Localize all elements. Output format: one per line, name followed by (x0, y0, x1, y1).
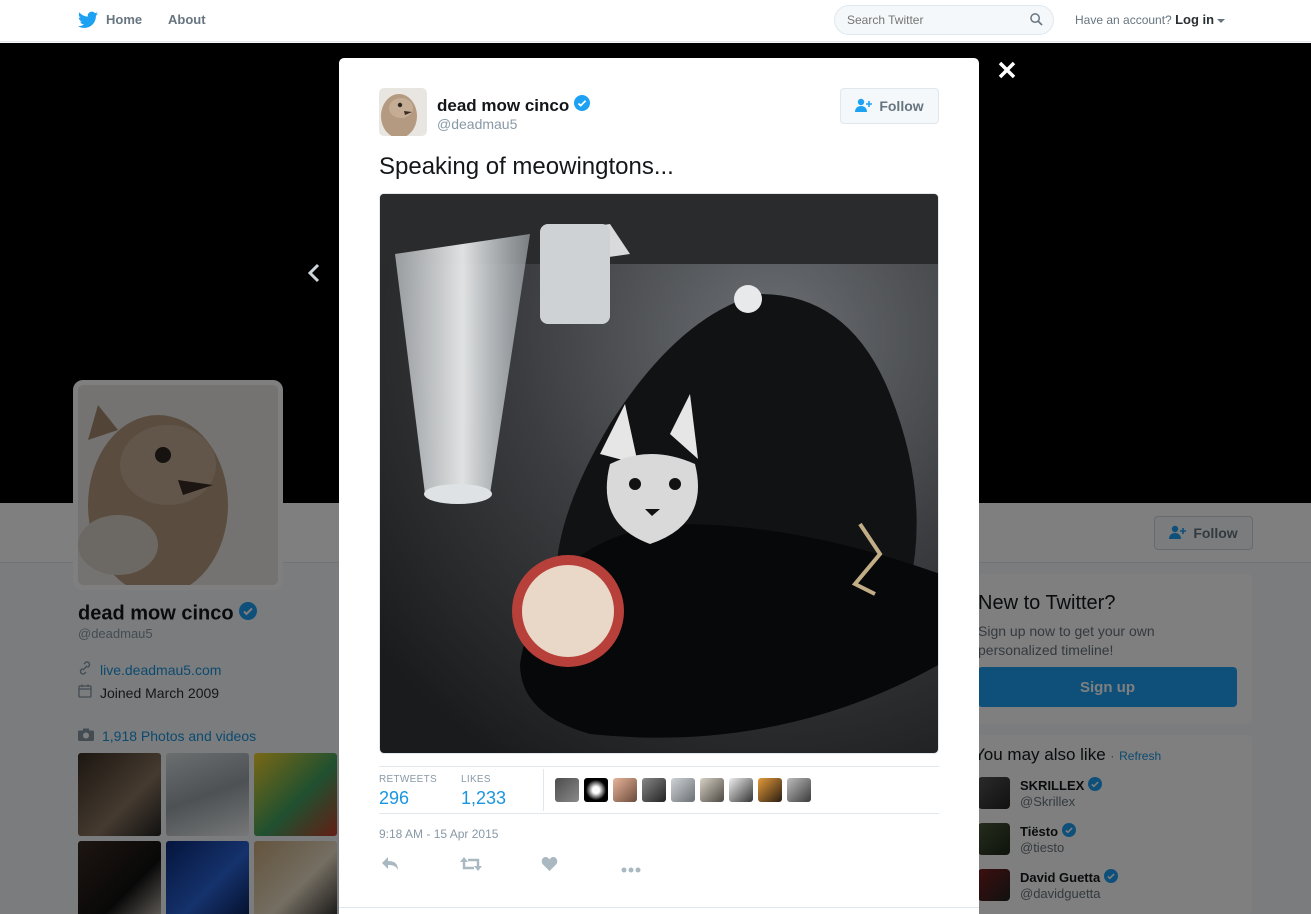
have-account-text: Have an account? (1075, 13, 1172, 27)
avatar[interactable] (642, 778, 666, 802)
follow-person-icon (855, 98, 873, 115)
modal-divider (339, 907, 979, 908)
tweet-timestamp[interactable]: 9:18 AM - 15 Apr 2015 (379, 827, 498, 841)
retweets-stat[interactable]: RETWEETS 296 (379, 774, 437, 809)
avatar[interactable] (758, 778, 782, 802)
avatar[interactable] (555, 778, 579, 802)
close-icon[interactable] (994, 57, 1020, 88)
tweet-stats: RETWEETS 296 LIKES 1,233 (379, 766, 939, 814)
search-input[interactable] (835, 6, 1015, 34)
retweets-label: RETWEETS (379, 774, 437, 785)
twitter-bird-icon[interactable] (78, 11, 98, 34)
caret-down-icon[interactable] (1217, 18, 1226, 23)
nav-about-link[interactable]: About (168, 12, 206, 27)
likes-label: LIKES (461, 774, 491, 785)
tweet-text: Speaking of meowingtons... (379, 153, 674, 180)
likes-count: 1,233 (461, 788, 507, 808)
avatar[interactable] (700, 778, 724, 802)
reply-icon[interactable] (381, 856, 399, 877)
retweet-icon[interactable] (460, 856, 482, 877)
more-icon[interactable] (621, 860, 641, 878)
tweet-follow-button[interactable]: Follow (840, 88, 939, 124)
retweets-count: 296 (379, 788, 410, 808)
tweet-author-name[interactable]: dead mow cinco (437, 95, 591, 116)
login-link[interactable]: Log in (1175, 12, 1214, 27)
avatar[interactable] (671, 778, 695, 802)
search-box (834, 5, 1054, 35)
avatar[interactable] (787, 778, 811, 802)
nav-home-link[interactable]: Home (106, 12, 142, 27)
verified-badge-icon (574, 95, 591, 116)
tweet-author-name-text: dead mow cinco (437, 95, 570, 115)
likers-avatars (555, 778, 811, 802)
stats-divider (543, 769, 544, 811)
tweet-author-handle[interactable]: @deadmau5 (437, 116, 517, 132)
login-area: Have an account? Log in (1075, 12, 1226, 27)
avatar[interactable] (379, 88, 427, 136)
tweet-modal: dead mow cinco @deadmau5 Follow Speaking… (339, 58, 979, 914)
chevron-left-icon[interactable] (304, 262, 324, 289)
tweet-photo[interactable] (379, 193, 939, 754)
likes-stat[interactable]: LIKES 1,233 (461, 774, 506, 809)
avatar[interactable] (729, 778, 753, 802)
avatar[interactable] (584, 778, 608, 802)
top-navigation-bar: Home About Have an account? Log in (0, 0, 1311, 42)
tweet-follow-label: Follow (879, 98, 924, 114)
heart-icon[interactable] (541, 856, 558, 877)
search-icon[interactable] (1030, 13, 1043, 31)
avatar[interactable] (613, 778, 637, 802)
